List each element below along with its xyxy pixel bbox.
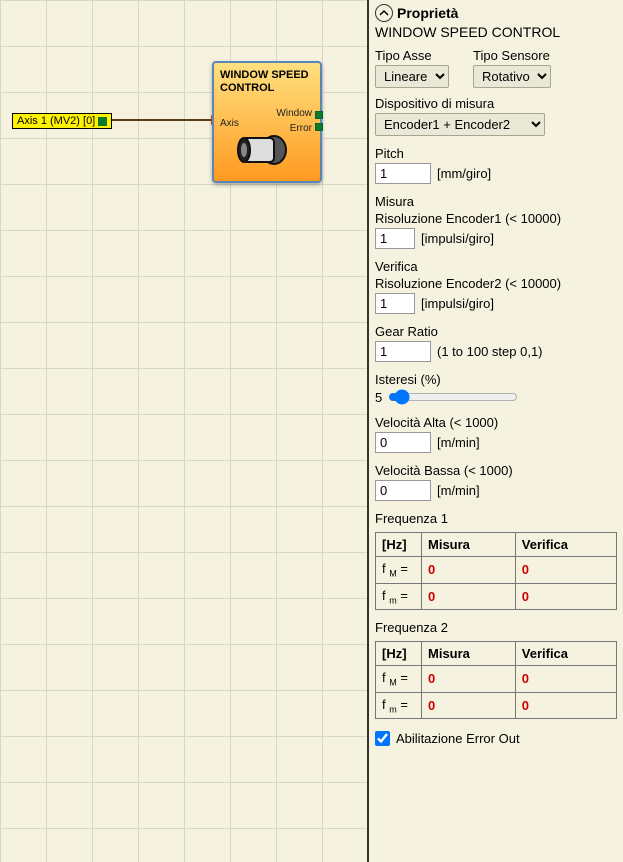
- row-fm-label: f m =: [376, 583, 422, 610]
- isteresi-label: Isteresi (%): [375, 372, 617, 387]
- vel-alta-unit: [m/min]: [437, 435, 480, 450]
- properties-header: Proprietà: [375, 4, 617, 22]
- freq2-fM-misura: 0: [422, 666, 516, 693]
- col-misura: Misura: [422, 642, 516, 666]
- axis-source-label: Axis 1 (MV2) [0]: [17, 115, 95, 127]
- tipo-asse-select[interactable]: Lineare: [375, 65, 449, 88]
- res-enc2-input[interactable]: [375, 293, 415, 314]
- isteresi-slider[interactable]: [388, 389, 518, 405]
- col-verifica: Verifica: [515, 533, 616, 557]
- col-verifica: Verifica: [515, 642, 616, 666]
- pitch-input[interactable]: [375, 163, 431, 184]
- properties-subtitle: WINDOW SPEED CONTROL: [375, 24, 617, 40]
- gear-input[interactable]: [375, 341, 431, 362]
- dispositivo-label: Dispositivo di misura: [375, 96, 617, 111]
- col-hz: [Hz]: [376, 533, 422, 557]
- res-enc1-label: Risoluzione Encoder1 (< 10000): [375, 211, 617, 226]
- properties-title: Proprietà: [397, 5, 458, 21]
- row-fm-label: f m =: [376, 692, 422, 719]
- table-row: [Hz] Misura Verifica: [376, 533, 617, 557]
- output-port-icon[interactable]: [98, 117, 107, 126]
- res-enc1-unit: [impulsi/giro]: [421, 231, 494, 246]
- properties-panel: Proprietà WINDOW SPEED CONTROL Tipo Asse…: [369, 0, 623, 862]
- block-title: WINDOW SPEED CONTROL: [220, 69, 314, 94]
- output-port-error[interactable]: [315, 123, 323, 131]
- freq2-title: Frequenza 2: [375, 620, 617, 635]
- pitch-label: Pitch: [375, 146, 617, 161]
- col-misura: Misura: [422, 533, 516, 557]
- freq1-fM-misura: 0: [422, 557, 516, 584]
- row-fM-label: f M =: [376, 557, 422, 584]
- table-row: f M = 0 0: [376, 666, 617, 693]
- enable-error-checkbox[interactable]: [375, 731, 390, 746]
- block-port-window-label: Window: [276, 108, 312, 119]
- freq2-fm-misura: 0: [422, 692, 516, 719]
- vel-bassa-label: Velocità Bassa (< 1000): [375, 463, 617, 478]
- freq1-fm-misura: 0: [422, 583, 516, 610]
- vel-alta-label: Velocità Alta (< 1000): [375, 415, 617, 430]
- freq1-fM-verifica: 0: [515, 557, 616, 584]
- enable-error-label: Abilitazione Error Out: [396, 731, 520, 746]
- diagram-canvas[interactable]: Axis 1 (MV2) [0] WINDOW SPEED CONTROL Ax…: [0, 0, 369, 862]
- vel-alta-input[interactable]: [375, 432, 431, 453]
- chevron-up-icon: [379, 8, 389, 18]
- collapse-toggle[interactable]: [375, 4, 393, 22]
- freq2-fM-verifica: 0: [515, 666, 616, 693]
- freq2-fm-verifica: 0: [515, 692, 616, 719]
- tipo-sensore-select[interactable]: Rotativo: [473, 65, 551, 88]
- motor-icon: [236, 131, 290, 169]
- window-speed-control-block[interactable]: WINDOW SPEED CONTROL Axis Window Error: [212, 61, 322, 183]
- gear-label: Gear Ratio: [375, 324, 617, 339]
- table-row: [Hz] Misura Verifica: [376, 642, 617, 666]
- freq1-fm-verifica: 0: [515, 583, 616, 610]
- table-row: f m = 0 0: [376, 583, 617, 610]
- output-port-window[interactable]: [315, 111, 323, 119]
- misura-label: Misura: [375, 194, 617, 209]
- gear-unit: (1 to 100 step 0,1): [437, 344, 543, 359]
- dispositivo-select[interactable]: Encoder1 + Encoder2: [375, 113, 545, 136]
- freq2-table: [Hz] Misura Verifica f M = 0 0 f m = 0 0: [375, 641, 617, 719]
- pitch-unit: [mm/giro]: [437, 166, 491, 181]
- col-hz: [Hz]: [376, 642, 422, 666]
- connection-wire[interactable]: [112, 119, 220, 121]
- isteresi-value: 5: [375, 390, 382, 405]
- block-port-error-label: Error: [290, 123, 312, 134]
- table-row: f M = 0 0: [376, 557, 617, 584]
- vel-bassa-input[interactable]: [375, 480, 431, 501]
- tipo-sensore-label: Tipo Sensore: [473, 48, 551, 63]
- vel-bassa-unit: [m/min]: [437, 483, 480, 498]
- row-fM-label: f M =: [376, 666, 422, 693]
- res-enc2-unit: [impulsi/giro]: [421, 296, 494, 311]
- res-enc1-input[interactable]: [375, 228, 415, 249]
- table-row: f m = 0 0: [376, 692, 617, 719]
- res-enc2-label: Risoluzione Encoder2 (< 10000): [375, 276, 617, 291]
- tipo-asse-label: Tipo Asse: [375, 48, 449, 63]
- freq1-table: [Hz] Misura Verifica f M = 0 0 f m = 0 0: [375, 532, 617, 610]
- verifica-label: Verifica: [375, 259, 617, 274]
- axis-source-node[interactable]: Axis 1 (MV2) [0]: [12, 113, 112, 129]
- block-port-axis-label: Axis: [220, 118, 239, 129]
- freq1-title: Frequenza 1: [375, 511, 617, 526]
